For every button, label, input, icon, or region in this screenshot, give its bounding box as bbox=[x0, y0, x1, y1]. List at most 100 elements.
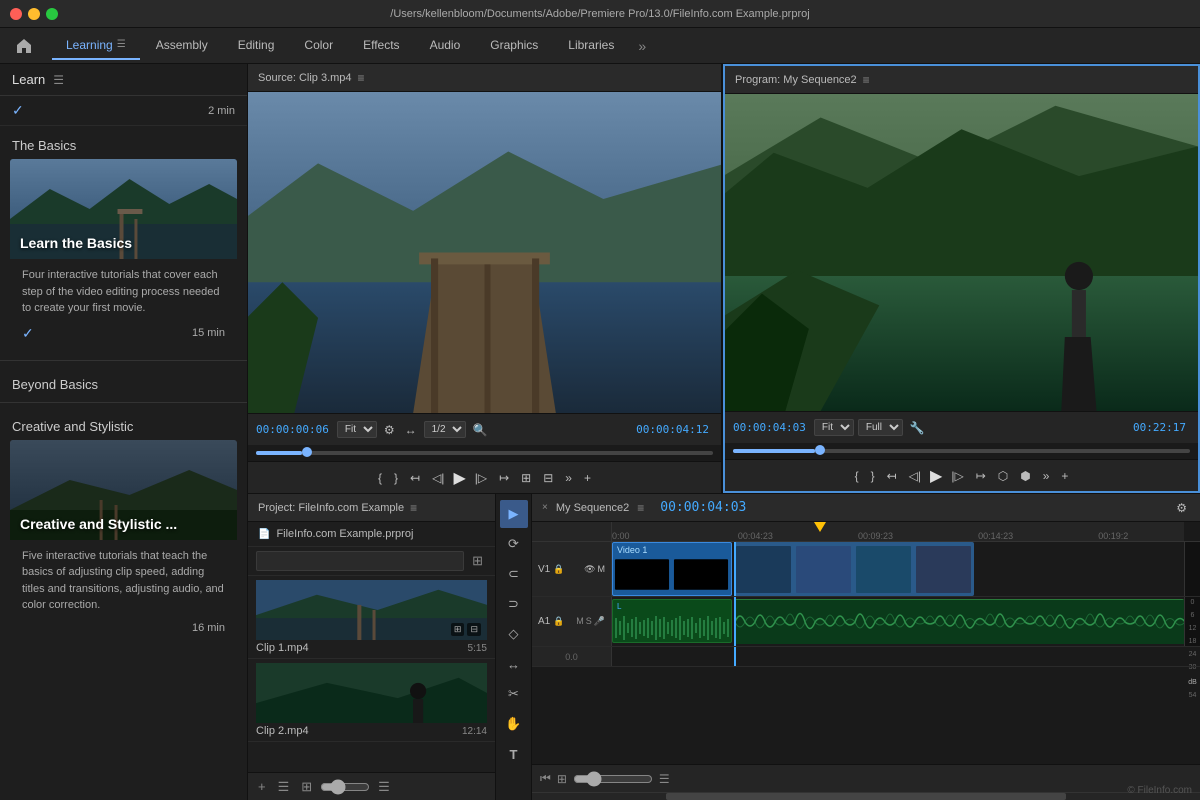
video-clip-v1-2[interactable] bbox=[734, 542, 974, 596]
clip1-name: Clip 1.mp4 bbox=[256, 642, 309, 654]
new-bin-btn[interactable]: + bbox=[254, 777, 270, 796]
timeline-zoom-fit[interactable]: ⊞ bbox=[557, 772, 567, 786]
close-button[interactable] bbox=[10, 8, 22, 20]
source-mark-out[interactable]: } bbox=[391, 469, 401, 487]
hand-tool-btn[interactable]: ✋ bbox=[500, 710, 528, 738]
razor-tool-btn[interactable]: ✂ bbox=[500, 680, 528, 708]
source-more[interactable]: » bbox=[562, 469, 575, 487]
program-more[interactable]: » bbox=[1040, 467, 1053, 485]
audio-clip-a1-1[interactable]: L bbox=[612, 599, 732, 643]
program-btn-settings[interactable]: 🔧 bbox=[907, 419, 928, 437]
source-scale-select[interactable]: 1/2 bbox=[424, 421, 466, 438]
learn-menu-icon[interactable]: ☰ bbox=[53, 73, 64, 87]
program-mark-out[interactable]: } bbox=[868, 467, 878, 485]
learn-basics-card[interactable]: Learn the Basics Four interactive tutori… bbox=[10, 159, 237, 350]
divider-2 bbox=[0, 402, 247, 403]
source-timecode-in: 00:00:00:06 bbox=[256, 423, 329, 436]
source-go-out[interactable]: ↦ bbox=[496, 469, 512, 487]
program-go-in[interactable]: ↤ bbox=[884, 467, 900, 485]
program-add[interactable]: + bbox=[1058, 467, 1071, 485]
track-v1-lock[interactable]: 🔒 bbox=[553, 564, 564, 575]
tab-color[interactable]: Color bbox=[290, 32, 347, 60]
program-fill bbox=[733, 449, 815, 453]
zoom-tool-btn[interactable]: ↔ bbox=[500, 650, 528, 678]
track-v1-mute[interactable]: M bbox=[598, 564, 606, 575]
program-transport-bar[interactable] bbox=[725, 443, 1198, 459]
project-search-icon[interactable]: ⊞ bbox=[468, 551, 487, 571]
timeline-zoom-slider[interactable] bbox=[573, 771, 653, 787]
tab-libraries[interactable]: Libraries bbox=[554, 32, 628, 60]
program-full-select[interactable]: Full bbox=[858, 419, 903, 436]
program-mark-in[interactable]: { bbox=[852, 467, 862, 485]
source-btn-markers[interactable]: ↔ bbox=[402, 421, 420, 439]
creative-card[interactable]: Creative and Stylistic ... Five interact… bbox=[10, 440, 237, 642]
tab-assembly[interactable]: Assembly bbox=[142, 32, 222, 60]
source-transport-bar[interactable] bbox=[248, 445, 721, 461]
maximize-button[interactable] bbox=[46, 8, 58, 20]
source-fit-select[interactable]: Fit bbox=[337, 421, 377, 438]
track-select-tool-btn[interactable]: ⟳ bbox=[500, 530, 528, 558]
program-fit-select[interactable]: Fit bbox=[814, 419, 854, 436]
source-add[interactable]: + bbox=[581, 469, 594, 487]
list-item[interactable]: Clip 2.mp4 12:14 bbox=[248, 659, 495, 742]
program-monitor-menu[interactable]: ≡ bbox=[863, 73, 870, 87]
timeline-add-track[interactable]: ☰ bbox=[659, 772, 670, 786]
settings-btn[interactable]: ☰ bbox=[374, 777, 394, 797]
source-step-fwd[interactable]: |▷ bbox=[472, 469, 490, 487]
creative-thumb: Creative and Stylistic ... bbox=[10, 440, 237, 540]
source-track[interactable] bbox=[256, 451, 713, 455]
window-controls[interactable] bbox=[10, 8, 58, 20]
pen-tool-btn[interactable]: ◇ bbox=[500, 620, 528, 648]
project-file-row: 📄 FileInfo.com Example.prproj bbox=[248, 522, 495, 547]
source-btn-zoom[interactable]: 🔍 bbox=[470, 421, 491, 439]
timeline-toolbar: ⏮ ⊞ ☰ bbox=[532, 764, 1200, 792]
track-v1-label: V1 bbox=[538, 564, 550, 575]
program-step-back[interactable]: ◁| bbox=[906, 467, 924, 485]
track-a1-lock[interactable]: 🔒 bbox=[553, 616, 564, 627]
minimize-button[interactable] bbox=[28, 8, 40, 20]
audio-clip-a1-2[interactable]: /* waveform drawn via pattern */ bbox=[734, 599, 1184, 643]
source-step-back[interactable]: ◁| bbox=[429, 469, 447, 487]
timeline-start-btn[interactable]: ⏮ bbox=[540, 771, 551, 786]
zoom-slider[interactable] bbox=[320, 779, 370, 795]
tab-audio[interactable]: Audio bbox=[416, 32, 475, 60]
source-go-in[interactable]: ↤ bbox=[407, 469, 423, 487]
rolling-tool-btn[interactable]: ⊃ bbox=[500, 590, 528, 618]
program-track[interactable] bbox=[733, 449, 1190, 453]
tool-panel: ▶ ⟳ ⊂ ⊃ ◇ ↔ ✂ ✋ T bbox=[496, 494, 532, 800]
source-play-btn[interactable]: ▶ bbox=[453, 468, 465, 488]
more-workspaces[interactable]: » bbox=[630, 32, 654, 60]
source-btn-settings[interactable]: ⚙ bbox=[381, 421, 398, 439]
program-step-fwd[interactable]: |▷ bbox=[948, 467, 966, 485]
ripple-tool-btn[interactable]: ⊂ bbox=[500, 560, 528, 588]
list-view-btn[interactable]: ☰ bbox=[274, 777, 294, 797]
selection-tool-btn[interactable]: ▶ bbox=[500, 500, 528, 528]
list-item[interactable]: ⊞ ⊟ Clip 1.mp4 5:15 bbox=[248, 576, 495, 659]
source-monitor-menu[interactable]: ≡ bbox=[358, 71, 365, 85]
program-lift[interactable]: ⬡ bbox=[995, 467, 1011, 485]
timeline-menu[interactable]: ≡ bbox=[637, 501, 644, 515]
learning-chevron: ☰ bbox=[117, 39, 126, 50]
source-insert[interactable]: ⊞ bbox=[518, 469, 534, 487]
timeline-settings-btn[interactable]: ⚙ bbox=[1173, 499, 1190, 517]
tab-effects[interactable]: Effects bbox=[349, 32, 413, 60]
project-search-input[interactable] bbox=[256, 551, 464, 571]
program-extract[interactable]: ⬢ bbox=[1017, 467, 1033, 485]
tab-learning[interactable]: Learning ☰ bbox=[52, 32, 140, 60]
text-tool-btn[interactable]: T bbox=[500, 740, 528, 768]
source-mark-in[interactable]: { bbox=[375, 469, 385, 487]
tab-graphics[interactable]: Graphics bbox=[476, 32, 552, 60]
sequence-close[interactable]: × bbox=[542, 502, 548, 513]
timeline-scrollbar-h[interactable] bbox=[532, 792, 1200, 800]
source-overwrite[interactable]: ⊟ bbox=[540, 469, 556, 487]
program-go-out[interactable]: ↦ bbox=[973, 467, 989, 485]
center-panel: Source: Clip 3.mp4 ≡ bbox=[248, 64, 1200, 800]
icon-view-btn[interactable]: ⊞ bbox=[297, 777, 316, 797]
track-v1-toggle-eye[interactable]: 👁 bbox=[584, 564, 595, 575]
tab-editing[interactable]: Editing bbox=[224, 32, 289, 60]
program-play-btn[interactable]: ▶ bbox=[930, 466, 942, 486]
home-button[interactable] bbox=[8, 30, 40, 62]
timeline-ruler: 0:00 00:04:23 00:09:23 00:14:23 00:19:2 bbox=[612, 522, 1184, 542]
project-panel-menu[interactable]: ≡ bbox=[410, 501, 417, 515]
video-clip-v1-1[interactable]: Video 1 bbox=[612, 542, 732, 596]
